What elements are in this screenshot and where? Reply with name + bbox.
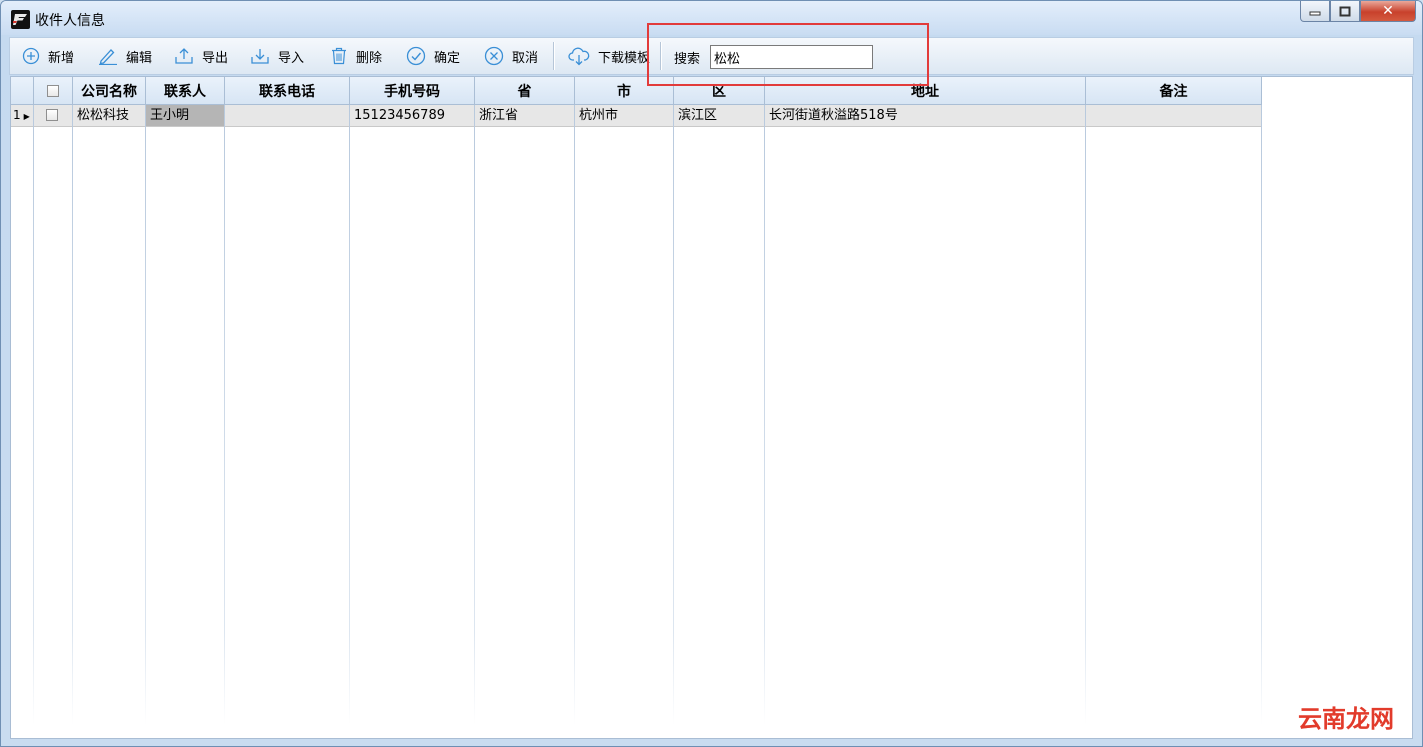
column-divider: [349, 105, 350, 725]
cell-address[interactable]: 长河街道秋溢路518号: [765, 105, 1086, 126]
export-button[interactable]: 导出: [174, 38, 228, 74]
row-checkbox[interactable]: [46, 109, 58, 121]
column-divider: [574, 105, 575, 725]
column-header-district[interactable]: 区: [674, 77, 765, 105]
column-header-contact[interactable]: 联系人: [146, 77, 225, 105]
column-header-address[interactable]: 地址: [765, 77, 1086, 105]
cancel-circle-icon: [484, 46, 504, 66]
download-template-button[interactable]: 下载模板: [568, 38, 650, 74]
column-divider: [474, 105, 475, 725]
delete-button-label: 删除: [356, 50, 383, 66]
search-label: 搜索: [674, 52, 701, 67]
column-header-note[interactable]: 备注: [1086, 77, 1262, 105]
add-circle-icon: [22, 47, 40, 65]
import-button[interactable]: 导入: [250, 38, 304, 74]
current-row-arrow-icon: ▶: [23, 112, 30, 121]
maximize-icon: [1339, 6, 1351, 16]
edit-button-label: 编辑: [126, 50, 153, 66]
row-index: 1 ▶: [13, 108, 30, 122]
check-circle-icon: [406, 46, 426, 66]
toolbar-separator: [660, 42, 662, 70]
column-divider: [673, 105, 674, 725]
toolbar: 新增 编辑 导出 导入 删除 确定 取消 下载模板 搜索 松松: [9, 37, 1414, 75]
import-download-icon: [251, 49, 269, 64]
table-row[interactable]: 1 ▶ 松松科技 王小明 15123456789 浙江省 杭州市 滨江区 长河街道…: [11, 105, 1261, 127]
title-bar[interactable]: 收件人信息 ✕: [1, 1, 1422, 35]
column-header-province[interactable]: 省: [475, 77, 575, 105]
cell-contact[interactable]: 王小明: [146, 105, 225, 126]
row-header-corner: [11, 77, 34, 105]
cloud-download-icon: [568, 47, 590, 66]
pencil-icon: [99, 49, 117, 65]
close-button[interactable]: ✕: [1360, 1, 1416, 22]
add-button[interactable]: 新增: [22, 38, 74, 74]
column-header-city[interactable]: 市: [575, 77, 674, 105]
select-all-checkbox[interactable]: [47, 84, 59, 97]
confirm-button-label: 确定: [434, 50, 461, 66]
app-window: 收件人信息 ✕ 新增 编辑 导出 导入 删除 确定 取消 下载模板 搜索 松松 …: [0, 0, 1423, 747]
minimize-icon: [1309, 11, 1321, 16]
column-header-company[interactable]: 公司名称: [73, 77, 146, 105]
column-divider: [145, 105, 146, 725]
column-divider: [224, 105, 225, 725]
cell-note[interactable]: [1086, 105, 1262, 126]
window-title: 收件人信息: [35, 13, 105, 29]
cell-city[interactable]: 杭州市: [575, 105, 674, 126]
recipient-grid: 公司名称 联系人 联系电话 手机号码 省 市 区 地址 备注 1 ▶ 松松科技 王…: [10, 76, 1413, 739]
column-divider: [1261, 105, 1262, 725]
edit-button[interactable]: 编辑: [98, 38, 152, 74]
column-divider: [1085, 105, 1086, 725]
cell-company[interactable]: 松松科技: [73, 105, 146, 126]
cancel-button[interactable]: 取消: [484, 38, 538, 74]
search-input[interactable]: [710, 45, 873, 69]
column-header-phone[interactable]: 联系电话: [225, 77, 350, 105]
download-template-button-label: 下载模板: [598, 50, 651, 66]
maximize-button[interactable]: [1330, 1, 1360, 22]
cell-mobile[interactable]: 15123456789: [350, 105, 475, 126]
cell-phone[interactable]: [225, 105, 350, 126]
select-all-header: [34, 77, 73, 105]
column-divider: [764, 105, 765, 725]
delete-button[interactable]: 删除: [330, 38, 382, 74]
export-button-label: 导出: [202, 50, 229, 66]
confirm-button[interactable]: 确定: [406, 38, 460, 74]
watermark-logo: 云南龙网: [1298, 705, 1394, 733]
window-controls: ✕: [1300, 1, 1416, 23]
column-header-mobile[interactable]: 手机号码: [350, 77, 475, 105]
app-logo-icon: [11, 10, 30, 29]
cell-province[interactable]: 浙江省: [475, 105, 575, 126]
column-divider: [33, 105, 34, 725]
import-button-label: 导入: [278, 50, 305, 66]
close-icon: ✕: [1382, 3, 1394, 19]
minimize-button[interactable]: [1300, 1, 1330, 22]
trash-icon: [332, 47, 346, 65]
cancel-button-label: 取消: [512, 50, 539, 66]
row-select-cell: [34, 105, 73, 126]
column-divider: [72, 105, 73, 725]
add-button-label: 新增: [48, 50, 75, 66]
export-upload-icon: [175, 48, 193, 64]
toolbar-separator: [553, 42, 555, 70]
cell-district[interactable]: 滨江区: [674, 105, 765, 126]
